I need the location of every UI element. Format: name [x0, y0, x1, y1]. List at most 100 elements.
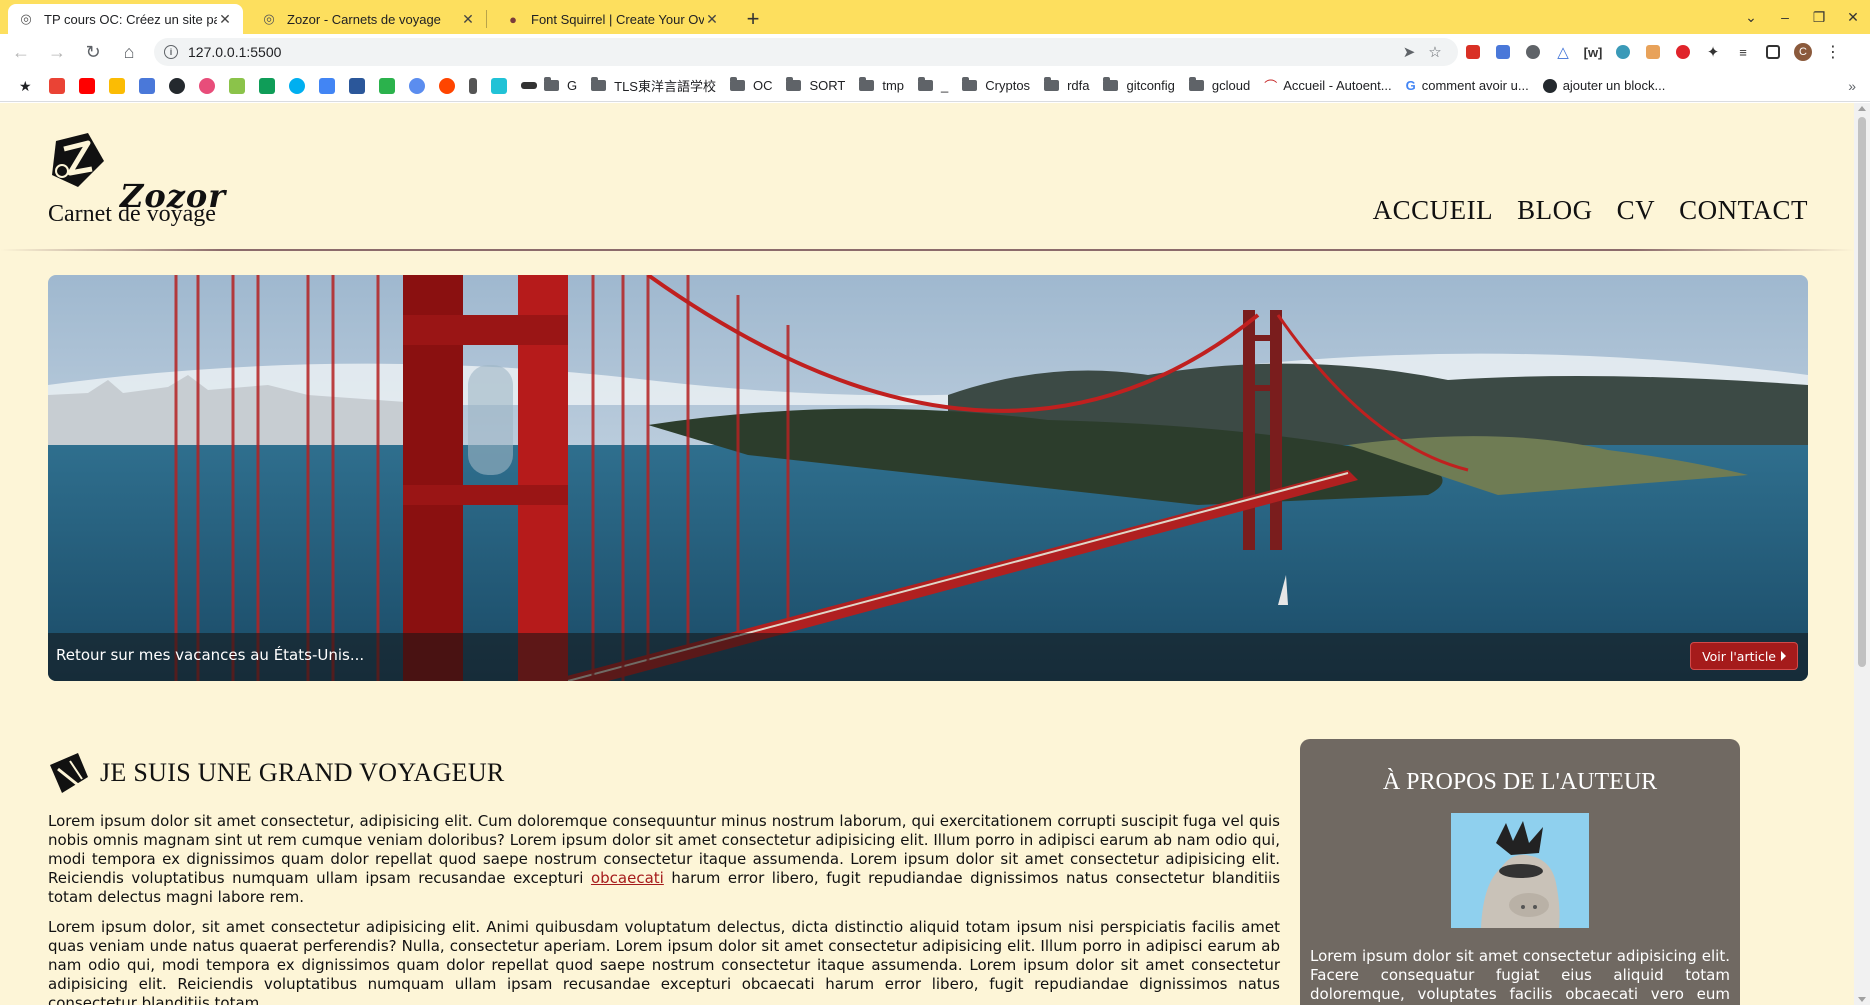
header-divider — [0, 249, 1854, 251]
bookmark-folder-gcloud[interactable]: gcloud — [1188, 77, 1250, 93]
bookmark-dark-icon[interactable] — [521, 82, 537, 89]
scroll-down-arrow-icon[interactable] — [1858, 997, 1866, 1002]
voir-article-button[interactable]: Voir l'article — [1690, 642, 1798, 670]
bookmark-label: comment avoir u... — [1421, 78, 1529, 93]
bookmark-github-block[interactable]: ajouter un block... — [1542, 78, 1666, 93]
menu-dots-icon[interactable]: ⋮ — [1818, 37, 1848, 67]
bookmark-label: tmp — [882, 78, 905, 93]
skype-icon[interactable] — [289, 77, 305, 94]
minimize-icon[interactable]: – — [1768, 9, 1802, 25]
nav-blog[interactable]: BLOG — [1517, 195, 1593, 226]
bookmark-folder-rdfa[interactable]: rdfa — [1044, 77, 1089, 93]
home-bookmark-icon[interactable] — [139, 77, 155, 94]
voir-article-label: Voir l'article — [1702, 648, 1776, 664]
back-button[interactable]: ← — [6, 37, 36, 67]
folder-icon — [962, 77, 978, 91]
tab-title: Font Squirrel | Create Your Ov — [531, 11, 704, 27]
tab-title: TP cours OC: Créez un site pa — [44, 11, 217, 27]
tab-zozor[interactable]: ◎ Zozor - Carnets de voyage ✕ — [251, 4, 486, 34]
folder-icon — [1188, 77, 1204, 91]
new-tab-button[interactable]: + — [738, 4, 768, 34]
bookmarks-overflow-button[interactable]: » — [1848, 78, 1856, 94]
reddit-icon[interactable] — [439, 77, 455, 94]
calendar-icon[interactable] — [319, 77, 335, 94]
sheets-icon[interactable] — [259, 77, 275, 94]
golden-gate-bridge-image — [48, 275, 1808, 681]
folder-icon — [918, 77, 934, 91]
folder-icon — [1044, 77, 1060, 91]
chat-icon[interactable] — [1608, 37, 1638, 67]
bookmark-flower-icon[interactable] — [199, 77, 215, 94]
tab-title: Zozor - Carnets de voyage — [287, 11, 441, 27]
bookmark-label: G — [567, 78, 578, 93]
send-icon[interactable]: ➤ — [1396, 43, 1422, 61]
opera-icon[interactable] — [1668, 37, 1698, 67]
bookmark-folder-g[interactable]: G — [544, 77, 578, 93]
tab-separator — [486, 10, 487, 28]
folder-icon — [729, 77, 745, 91]
page-scrollbar[interactable] — [1854, 103, 1870, 1005]
info-icon[interactable]: i — [164, 45, 178, 59]
w-extension-icon[interactable]: [w] — [1578, 37, 1608, 67]
star-icon[interactable]: ☆ — [1422, 43, 1448, 61]
forward-button[interactable]: → — [42, 37, 72, 67]
feedly-icon[interactable] — [379, 77, 395, 94]
bookmark-green-icon[interactable] — [229, 77, 245, 94]
nav-contact[interactable]: CONTACT — [1679, 195, 1808, 226]
youtube-icon[interactable] — [79, 77, 95, 94]
side-panel-icon[interactable] — [1758, 37, 1788, 67]
bookmark-folder-cryptos[interactable]: Cryptos — [962, 77, 1030, 93]
home-button[interactable]: ⌂ — [114, 37, 144, 67]
close-icon[interactable]: ✕ — [217, 11, 233, 28]
folder-icon — [1103, 77, 1119, 91]
nav-accueil[interactable]: ACCUEIL — [1373, 195, 1494, 226]
bookmark-folder-sort[interactable]: SORT — [786, 77, 845, 93]
bookmark-label: _ — [941, 78, 949, 93]
tab-tp-cours[interactable]: ◎ TP cours OC: Créez un site pa ✕ — [8, 4, 243, 34]
tab-font-squirrel[interactable]: ● Font Squirrel | Create Your Ov ✕ — [495, 4, 730, 34]
close-window-icon[interactable]: ✕ — [1836, 9, 1870, 26]
obcaecati-link[interactable]: obcaecati — [591, 869, 664, 887]
bookmark-google-search[interactable]: Gcomment avoir u... — [1406, 78, 1529, 93]
close-icon[interactable]: ✕ — [460, 11, 476, 28]
tab-search-icon[interactable]: ⌄ — [1734, 9, 1768, 26]
word-icon[interactable] — [349, 77, 365, 94]
article-section: JE SUIS UNE GRAND VOYAGEUR Lorem ipsum d… — [48, 748, 1280, 1005]
bookmark-folder-underscore[interactable]: _ — [918, 77, 949, 93]
profile-avatar[interactable]: C — [1788, 37, 1818, 67]
url-text: 127.0.0.1:5500 — [188, 44, 282, 60]
bookmark-pin-icon[interactable] — [469, 77, 477, 94]
bookmark-label: ajouter un block... — [1562, 78, 1666, 93]
bookmark-star-icon[interactable]: ★ — [19, 78, 35, 94]
article-paragraph-2: Lorem ipsum dolor, sit amet consectetur … — [48, 918, 1280, 1005]
media-icon[interactable]: ≡ — [1728, 37, 1758, 67]
jar-icon[interactable] — [1638, 37, 1668, 67]
translate-icon[interactable] — [1488, 37, 1518, 67]
main-nav: ACCUEIL BLOG CV CONTACT — [1373, 195, 1808, 226]
squirrel-icon: ● — [509, 11, 517, 27]
scrollbar-thumb[interactable] — [1858, 117, 1866, 667]
extension-red-icon[interactable] — [1458, 37, 1488, 67]
bookmark-blue-icon[interactable] — [409, 77, 425, 94]
close-icon[interactable]: ✕ — [704, 11, 720, 28]
address-bar[interactable]: i 127.0.0.1:5500 ➤ ☆ — [154, 38, 1458, 66]
github-icon — [1542, 78, 1557, 93]
drive-bookmark-icon[interactable] — [109, 77, 125, 94]
restore-icon[interactable]: ❐ — [1802, 9, 1836, 26]
drive-icon[interactable]: △ — [1548, 37, 1578, 67]
bookmark-cyan-icon[interactable] — [491, 77, 507, 94]
gmail-icon[interactable] — [49, 77, 65, 94]
bookmark-autoentrepreneur[interactable]: ⌒ Accueil - Autoent... — [1264, 76, 1391, 95]
github-icon[interactable] — [169, 77, 185, 94]
wordpress-icon[interactable] — [1518, 37, 1548, 67]
bookmark-folder-oc[interactable]: OC — [729, 77, 772, 93]
extensions-puzzle-icon[interactable]: ✦ — [1698, 37, 1728, 67]
folder-icon — [786, 77, 802, 91]
bookmark-folder-tmp[interactable]: tmp — [859, 77, 905, 93]
bookmark-folder-gitconfig[interactable]: gitconfig — [1103, 77, 1175, 93]
nav-cv[interactable]: CV — [1617, 195, 1656, 226]
article-title: JE SUIS UNE GRAND VOYAGEUR — [100, 758, 505, 787]
reload-button[interactable]: ↻ — [78, 37, 108, 67]
bookmark-folder-tls[interactable]: TLS東洋言語学校 — [591, 76, 716, 95]
scroll-up-arrow-icon[interactable] — [1858, 106, 1866, 111]
